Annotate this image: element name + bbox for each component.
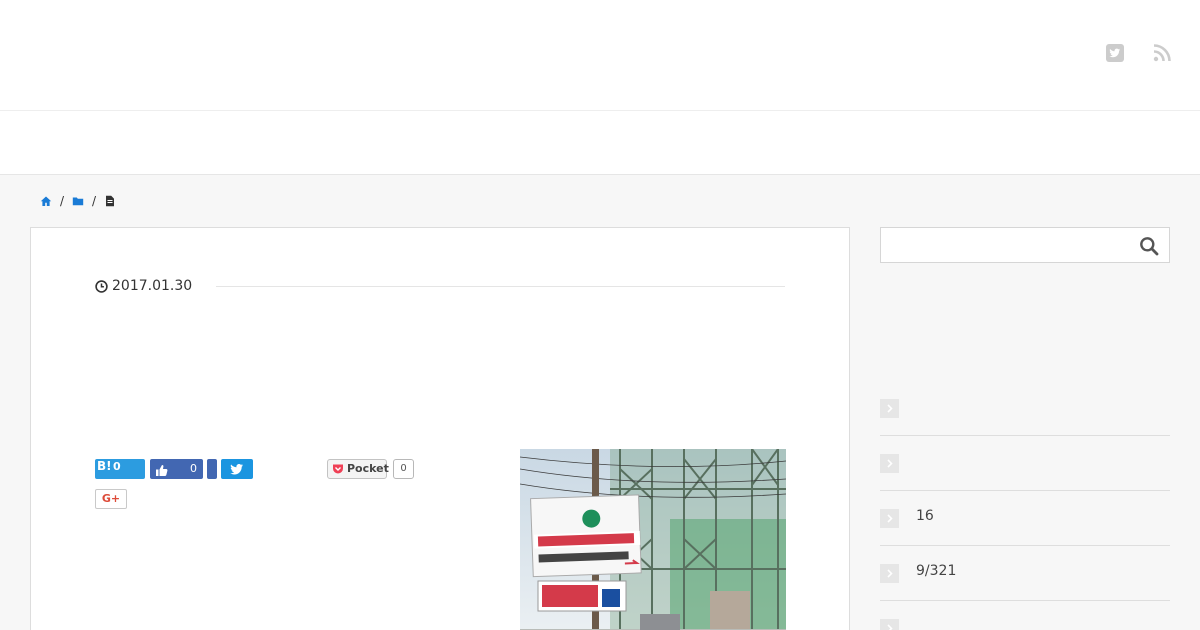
featured-photo[interactable] <box>520 449 786 630</box>
list-item[interactable]: 9/321 <box>880 546 1170 601</box>
article-card: 2017.01.30 B! 0 0 Pocket 0 G+ <box>30 227 850 630</box>
breadcrumb-separator: / <box>60 194 65 208</box>
twitter-bird-icon <box>230 464 243 475</box>
document-icon <box>104 195 116 207</box>
list-item[interactable]: 16 <box>880 491 1170 546</box>
list-item[interactable] <box>880 381 1170 436</box>
site-header <box>0 0 1200 111</box>
rss-icon[interactable] <box>1152 43 1172 63</box>
pocket-count: 0 <box>393 459 414 479</box>
chevron-right-icon <box>880 399 899 418</box>
hatena-bookmark-button[interactable]: B! 0 <box>95 459 145 479</box>
tweet-button[interactable] <box>221 459 253 479</box>
home-icon[interactable] <box>40 195 52 207</box>
facebook-share-button[interactable] <box>207 459 217 479</box>
thumbs-up-icon <box>155 462 168 476</box>
list-item[interactable] <box>880 601 1170 630</box>
search-icon[interactable] <box>1139 236 1159 256</box>
hatena-label: B! <box>97 459 112 473</box>
twitter-icon[interactable] <box>1105 43 1125 63</box>
search-input[interactable] <box>881 228 1131 262</box>
pocket-icon <box>332 463 344 475</box>
list-item-label: 16 <box>916 508 934 524</box>
list-item[interactable] <box>880 436 1170 491</box>
chevron-right-icon <box>880 619 899 630</box>
folder-icon[interactable] <box>72 195 84 207</box>
hatena-count: 0 <box>113 460 121 473</box>
list-item-label: 9/321 <box>916 563 957 579</box>
post-date: 2017.01.30 <box>112 278 193 294</box>
chevron-right-icon <box>880 454 899 473</box>
pocket-button[interactable]: Pocket <box>327 459 389 479</box>
date-divider <box>216 285 785 287</box>
post-date-row: 2017.01.30 <box>95 277 785 295</box>
google-plus-button[interactable]: G+ <box>95 489 127 509</box>
facebook-like-button[interactable]: 0 <box>150 459 203 479</box>
breadcrumb: / / <box>40 193 116 209</box>
sidebar-list: 16 9/321 <box>880 381 1170 630</box>
facebook-like-count: 0 <box>190 462 197 475</box>
breadcrumb-separator: / <box>92 194 97 208</box>
search-form <box>880 227 1170 263</box>
clock-icon <box>95 279 108 293</box>
pocket-label: Pocket <box>347 462 389 475</box>
chevron-right-icon <box>880 564 899 583</box>
chevron-right-icon <box>880 509 899 528</box>
global-nav <box>0 111 1200 175</box>
